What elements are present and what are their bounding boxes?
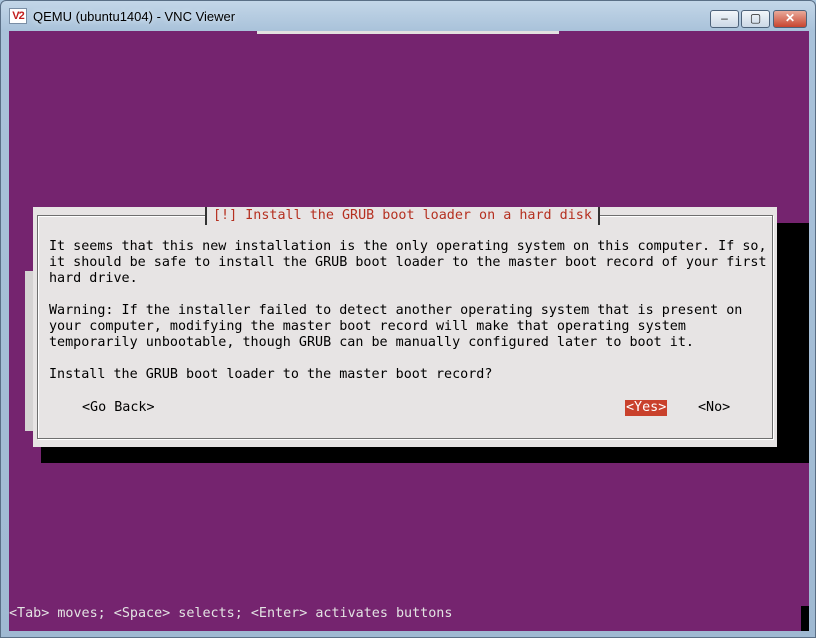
vnc-screen[interactable]: [!] Install the GRUB boot loader on a ha… xyxy=(9,31,809,631)
grub-install-dialog: [!] Install the GRUB boot loader on a ha… xyxy=(33,207,777,447)
status-bar: <Tab> moves; <Space> selects; <Enter> ac… xyxy=(9,606,453,621)
window-title: QEMU (ubuntu1404) - VNC Viewer xyxy=(33,9,236,24)
no-button[interactable]: <No> xyxy=(697,400,731,416)
vnc-viewer-window: V2 QEMU (ubuntu1404) - VNC Viewer – ▢ ✕ … xyxy=(0,0,816,638)
dialog-title: [!] Install the GRUB boot loader on a ha… xyxy=(205,207,600,225)
vnc-app-icon: V2 xyxy=(9,8,27,24)
minimize-button[interactable]: – xyxy=(710,10,739,28)
dialog-question: Install the GRUB boot loader to the mast… xyxy=(49,367,493,382)
dialog-paragraph-warning: Warning: If the installer failed to dete… xyxy=(49,303,743,350)
top-background-bar xyxy=(257,31,559,34)
maximize-button[interactable]: ▢ xyxy=(741,10,770,28)
yes-button[interactable]: <Yes> xyxy=(625,400,668,416)
status-bar-shadow xyxy=(801,606,809,631)
close-button[interactable]: ✕ xyxy=(773,10,807,28)
title-bar[interactable]: V2 QEMU (ubuntu1404) - VNC Viewer – ▢ ✕ xyxy=(1,1,815,31)
go-back-button[interactable]: <Go Back> xyxy=(81,400,156,416)
dialog-paragraph-info: It seems that this new installation is t… xyxy=(49,239,767,286)
